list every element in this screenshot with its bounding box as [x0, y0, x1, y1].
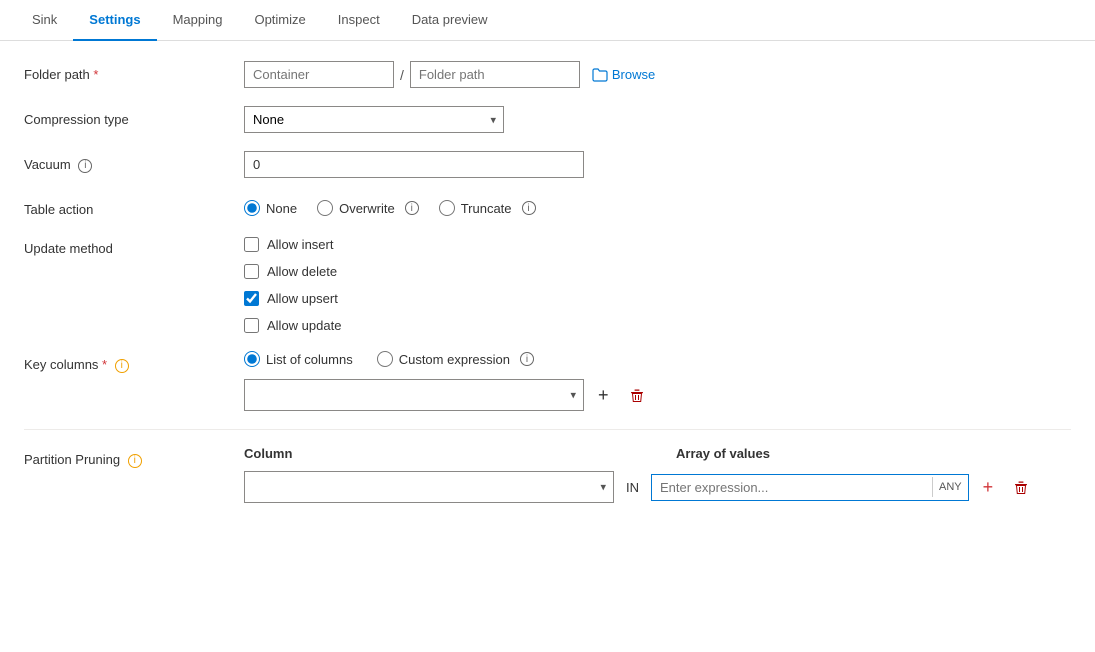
any-badge: ANY [932, 477, 968, 497]
folder-path-input[interactable] [410, 61, 580, 88]
divider [24, 429, 1071, 430]
vacuum-label: Vacuum i [24, 151, 244, 173]
list-of-columns-radio[interactable] [244, 351, 260, 367]
add-partition-button[interactable]: + [977, 475, 1000, 500]
update-method-control: Allow insert Allow delete Allow upsert A… [244, 235, 1071, 333]
custom-expression-info-icon: i [520, 352, 534, 366]
allow-update-checkbox[interactable] [244, 318, 259, 333]
key-columns-info-icon: i [115, 359, 129, 373]
key-columns-required: * [102, 357, 107, 372]
add-column-button[interactable]: + [592, 383, 615, 408]
vacuum-input[interactable] [244, 151, 584, 178]
tab-data-preview[interactable]: Data preview [396, 0, 504, 41]
compression-dropdown-wrap: None gzip bzip2 deflate [244, 106, 504, 133]
compression-type-row: Compression type None gzip bzip2 deflate [24, 106, 1071, 133]
update-method-checkboxes: Allow insert Allow delete Allow upsert A… [244, 235, 1071, 333]
tab-bar: Sink Settings Mapping Optimize Inspect D… [0, 0, 1095, 41]
partition-column-dropdown[interactable] [244, 471, 614, 503]
table-action-label: Table action [24, 196, 244, 217]
folder-path-label: Folder path * [24, 61, 244, 82]
in-label: IN [622, 480, 643, 495]
vacuum-row: Vacuum i [24, 151, 1071, 178]
allow-delete-checkbox[interactable] [244, 264, 259, 279]
settings-content: Folder path * / Browse Compression type [0, 41, 1095, 648]
partition-input-row: IN ANY + [244, 471, 1071, 503]
truncate-info-icon: i [522, 201, 536, 215]
allow-upsert-checkbox[interactable] [244, 291, 259, 306]
key-columns-inner: List of columns Custom expression i [244, 351, 1071, 411]
table-action-overwrite-radio[interactable] [317, 200, 333, 216]
tab-optimize[interactable]: Optimize [238, 0, 321, 41]
column-header: Column [244, 446, 614, 461]
custom-expression-item[interactable]: Custom expression i [377, 351, 534, 367]
delete-column-button[interactable] [623, 384, 651, 405]
compression-dropdown[interactable]: None gzip bzip2 deflate [244, 106, 504, 133]
table-action-truncate[interactable]: Truncate i [439, 200, 536, 216]
tab-settings[interactable]: Settings [73, 0, 156, 41]
allow-delete-item[interactable]: Allow delete [244, 264, 1071, 279]
allow-insert-item[interactable]: Allow insert [244, 237, 1071, 252]
key-columns-row: Key columns * i List of columns Custom e… [24, 351, 1071, 411]
tab-sink[interactable]: Sink [16, 0, 73, 41]
folder-path-inputs: / Browse [244, 61, 1071, 88]
key-column-dropdown-wrap [244, 379, 584, 411]
folder-path-control: / Browse [244, 61, 1071, 88]
key-column-dropdown[interactable] [244, 379, 584, 411]
partition-pruning-info-icon: i [128, 454, 142, 468]
tab-inspect[interactable]: Inspect [322, 0, 396, 41]
vacuum-control [244, 151, 1071, 178]
folder-icon [592, 68, 608, 82]
partition-trash-icon [1013, 480, 1029, 496]
table-action-none[interactable]: None [244, 200, 297, 216]
table-action-row: Table action None Overwrite i Truncate i [24, 196, 1071, 217]
key-columns-input-row: + [244, 379, 1071, 411]
expression-input-wrap: ANY [651, 474, 969, 501]
expression-input[interactable] [652, 475, 932, 500]
table-action-radio-group: None Overwrite i Truncate i [244, 196, 1071, 216]
folder-separator: / [398, 67, 406, 83]
key-columns-label: Key columns * i [24, 351, 244, 373]
vacuum-info-icon: i [78, 159, 92, 173]
list-of-columns-item[interactable]: List of columns [244, 351, 353, 367]
partition-pruning-label: Partition Pruning i [24, 446, 244, 468]
table-action-overwrite[interactable]: Overwrite i [317, 200, 419, 216]
required-asterisk: * [93, 67, 98, 82]
container-input[interactable] [244, 61, 394, 88]
partition-headers: Column Array of values [244, 446, 1071, 461]
allow-update-item[interactable]: Allow update [244, 318, 1071, 333]
key-columns-control: List of columns Custom expression i [244, 351, 1071, 411]
table-action-truncate-radio[interactable] [439, 200, 455, 216]
partition-pruning-row: Partition Pruning i Column Array of valu… [24, 446, 1071, 503]
array-header: Array of values [676, 446, 770, 461]
partition-column-dropdown-wrap [244, 471, 614, 503]
partition-pruning-control: Column Array of values IN ANY + [244, 446, 1071, 503]
trash-icon [629, 388, 645, 404]
custom-expression-radio[interactable] [377, 351, 393, 367]
allow-upsert-item[interactable]: Allow upsert [244, 291, 1071, 306]
table-action-control: None Overwrite i Truncate i [244, 196, 1071, 216]
compression-type-label: Compression type [24, 106, 244, 127]
delete-partition-button[interactable] [1007, 476, 1035, 497]
table-action-none-radio[interactable] [244, 200, 260, 216]
overwrite-info-icon: i [405, 201, 419, 215]
browse-button[interactable]: Browse [592, 67, 655, 82]
compression-type-control: None gzip bzip2 deflate [244, 106, 1071, 133]
folder-path-row: Folder path * / Browse [24, 61, 1071, 88]
tab-mapping[interactable]: Mapping [157, 0, 239, 41]
key-columns-radio-row: List of columns Custom expression i [244, 351, 1071, 367]
update-method-row: Update method Allow insert Allow delete … [24, 235, 1071, 333]
allow-insert-checkbox[interactable] [244, 237, 259, 252]
update-method-label: Update method [24, 235, 244, 256]
